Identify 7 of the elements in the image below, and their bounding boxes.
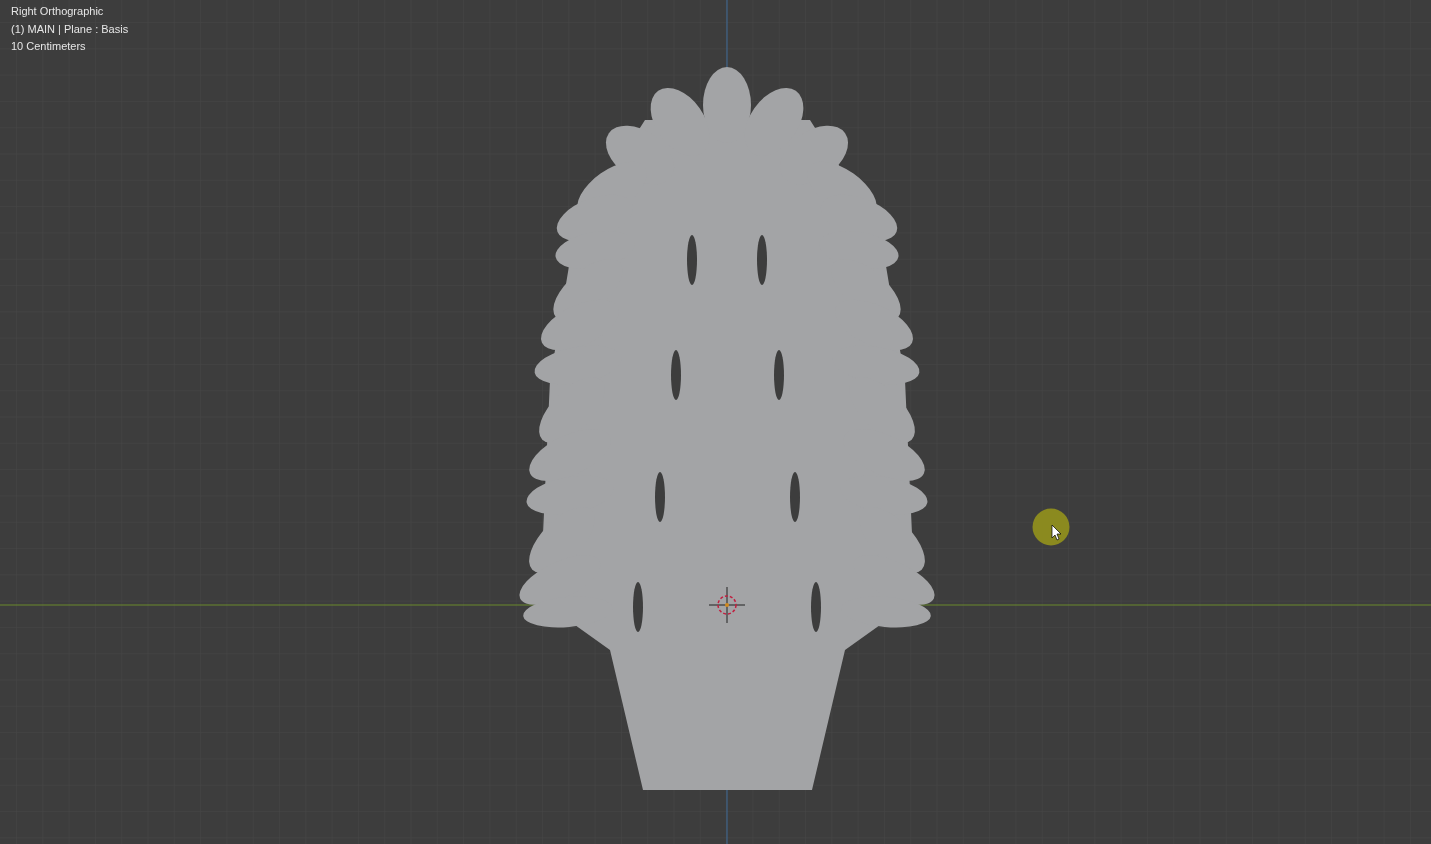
viewport-info-text: Right Orthographic	[11, 4, 104, 19]
viewport[interactable]: Right Orthographic (1) MAIN | Plane : Basis 10 Centimeters	[0, 0, 1431, 844]
click-indicator-icon	[1032, 508, 1070, 546]
viewport-info-text: (1) MAIN | Plane : Basis	[11, 21, 129, 37]
mouse-pointer-icon	[1051, 524, 1062, 541]
3d-cursor-icon	[708, 586, 746, 624]
viewport-info-text: 10 Centimeters	[11, 39, 86, 54]
